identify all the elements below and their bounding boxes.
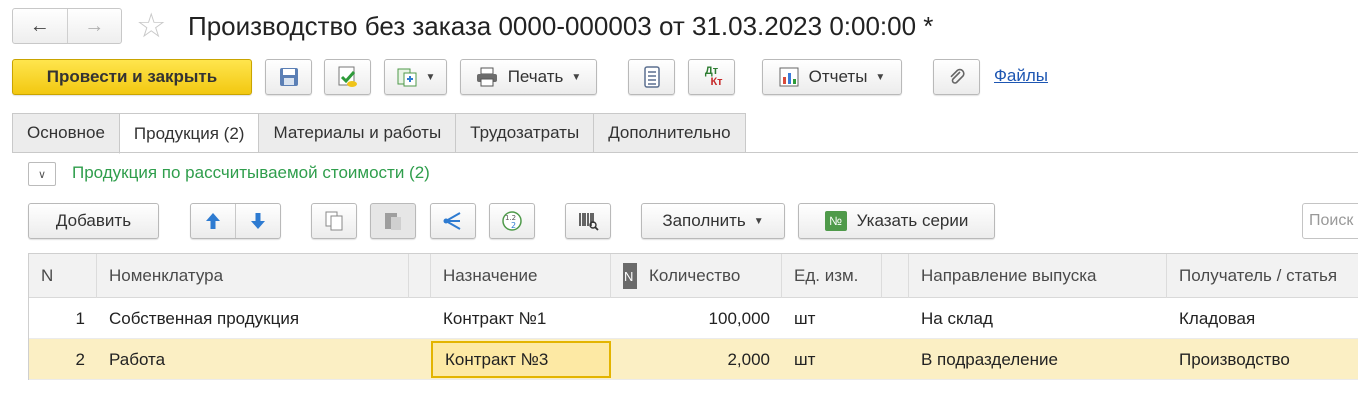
print-button[interactable]: Печать ▼: [460, 59, 597, 95]
quantity-cell[interactable]: 100,000: [623, 298, 782, 339]
item-cell[interactable]: Работа: [97, 339, 431, 380]
add-button[interactable]: Добавить: [28, 203, 159, 239]
save-icon: [278, 66, 300, 88]
copy-button[interactable]: [311, 203, 357, 239]
move-down-button[interactable]: [236, 204, 280, 238]
create-based-icon: [396, 66, 418, 88]
post-document-icon: [336, 65, 360, 89]
favorite-star-icon[interactable]: ☆: [136, 7, 166, 45]
chevron-down-icon: ▼: [571, 71, 582, 83]
row-number: 1: [75, 308, 85, 328]
save-button[interactable]: [265, 59, 312, 95]
distribute-icon: [442, 210, 464, 232]
reports-icon: [779, 67, 799, 87]
direction-cell[interactable]: На склад: [909, 298, 1167, 339]
table-row[interactable]: 1 Собственная продукция Контракт №1 100,…: [29, 298, 1358, 339]
column-header-n-badge: N: [623, 263, 637, 289]
item-cell[interactable]: Собственная продукция: [97, 298, 431, 339]
paperclip-icon: [947, 67, 967, 87]
table-row[interactable]: 2 Работа Контракт №3 2,000 шт В подразде…: [29, 339, 1358, 380]
paste-icon: [383, 210, 403, 232]
barcode-button[interactable]: [565, 203, 611, 239]
copy-icon: [324, 210, 344, 232]
tab-main[interactable]: Основное: [12, 113, 119, 153]
table-header: N Номенклатура Назначение N Количество Е…: [29, 254, 1358, 298]
distribute-button[interactable]: [430, 203, 476, 239]
files-link[interactable]: Файлы: [994, 66, 1048, 86]
column-header-item[interactable]: Номенклатура: [97, 254, 409, 298]
fill-label: Заполнить: [662, 211, 746, 230]
history-nav: ← →: [12, 8, 122, 44]
products-table: N Номенклатура Назначение N Количество Е…: [28, 253, 1358, 380]
kt-label: Кт: [710, 76, 723, 88]
arrow-up-icon: [205, 212, 221, 230]
page-title: Производство без заказа 0000-000003 от 3…: [188, 11, 934, 41]
move-up-button[interactable]: [191, 204, 236, 238]
document-structure-icon: [643, 66, 660, 88]
column-header-unit[interactable]: Ед. изм.: [782, 254, 882, 298]
row-number: 2: [75, 349, 85, 369]
column-header-quantity[interactable]: Количество: [637, 254, 782, 298]
svg-text:2: 2: [511, 221, 516, 230]
chevron-down-icon: ∨: [37, 168, 47, 181]
fill-button[interactable]: Заполнить ▼: [641, 203, 785, 239]
quantity-cell[interactable]: 2,000: [623, 339, 782, 380]
specify-series-label: Указать серии: [856, 211, 969, 230]
specify-series-button[interactable]: № Указать серии: [798, 203, 995, 239]
column-header-n[interactable]: N: [29, 254, 97, 298]
post-and-close-button[interactable]: Провести и закрыть: [12, 59, 252, 95]
collapse-toggle[interactable]: ∨: [28, 162, 56, 186]
post-button[interactable]: [324, 59, 371, 95]
dt-kt-button[interactable]: Дт Кт: [688, 59, 735, 95]
direction-cell[interactable]: В подразделение: [909, 339, 1167, 380]
tab-additional[interactable]: Дополнительно: [593, 113, 746, 153]
unit-cell[interactable]: шт: [782, 339, 909, 380]
column-header-direction[interactable]: Направление выпуска: [909, 254, 1167, 298]
reports-label: Отчеты: [808, 67, 868, 86]
chevron-down-icon: ▼: [425, 71, 436, 83]
group-title: Продукция по рассчитываемой стоимости (2…: [72, 163, 430, 182]
column-header-recipient[interactable]: Получатель / статья: [1167, 254, 1358, 298]
back-arrow-icon[interactable]: ←: [13, 9, 67, 43]
unit-cell[interactable]: шт: [782, 298, 909, 339]
printer-icon: [476, 67, 498, 87]
reports-button[interactable]: Отчеты ▼: [762, 59, 902, 95]
arrow-down-icon: [250, 212, 266, 230]
recipient-cell[interactable]: Кладовая: [1167, 298, 1358, 339]
column-header-spacer: [409, 254, 431, 298]
chevron-down-icon: ▼: [753, 215, 764, 227]
search-input[interactable]: Поиск: [1302, 203, 1358, 239]
chevron-down-icon: ▼: [875, 71, 886, 83]
purpose-cell[interactable]: Контракт №1: [431, 298, 611, 339]
purpose-cell[interactable]: Контракт №3: [431, 341, 611, 378]
tab-products[interactable]: Продукция (2): [118, 113, 259, 154]
structure-button[interactable]: [628, 59, 675, 95]
move-buttons: [190, 203, 281, 239]
print-label: Печать: [507, 67, 564, 86]
tab-bar: Основное Продукция (2) Материалы и работ…: [12, 113, 746, 154]
barcode-search-icon: [577, 210, 599, 232]
tabs-divider: [12, 152, 1358, 153]
series-number-icon: №: [824, 211, 847, 231]
recalculate-icon: 1.2 2: [500, 209, 524, 233]
recipient-cell[interactable]: Производство: [1167, 339, 1358, 380]
attach-button[interactable]: [933, 59, 980, 95]
create-based-on-button[interactable]: ▼: [384, 59, 447, 95]
paste-button[interactable]: [370, 203, 416, 239]
tab-materials[interactable]: Материалы и работы: [258, 113, 456, 153]
tab-labor[interactable]: Трудозатраты: [455, 113, 594, 153]
forward-arrow-icon[interactable]: →: [68, 9, 122, 43]
recalculate-button[interactable]: 1.2 2: [489, 203, 535, 239]
column-header-purpose[interactable]: Назначение: [431, 254, 611, 298]
column-header-spacer: [882, 254, 909, 298]
